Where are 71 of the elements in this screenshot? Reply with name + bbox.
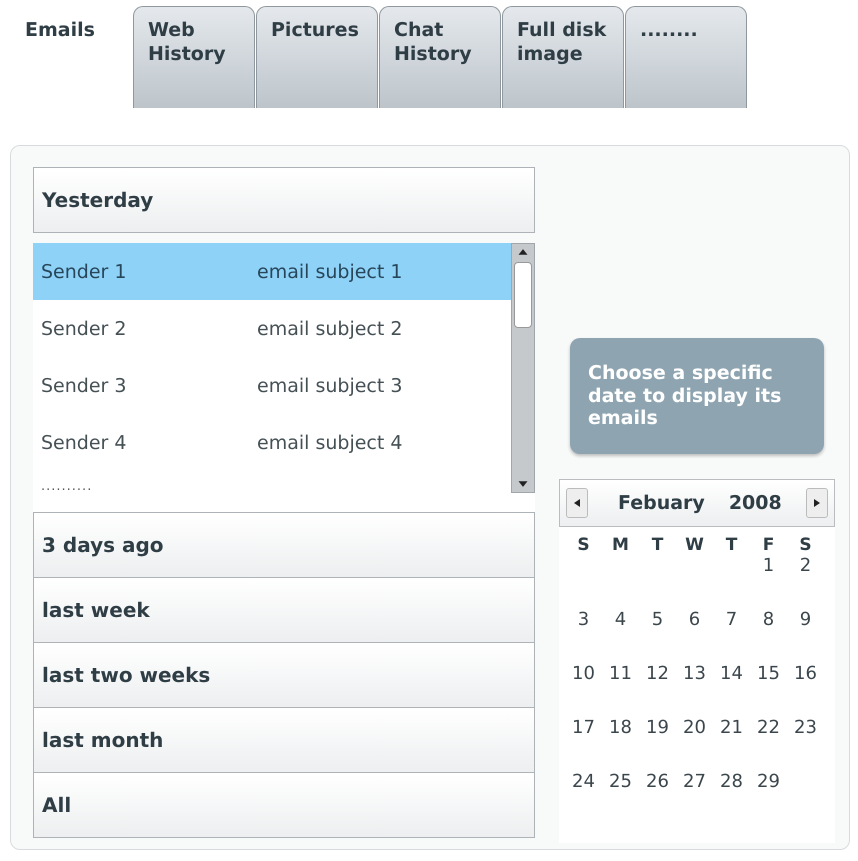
calendar-day[interactable]: 16: [787, 663, 824, 684]
sender-text: Sender 2: [41, 318, 128, 340]
subject-text: email subject 2: [257, 318, 402, 340]
group-header[interactable]: 3 days ago: [33, 512, 535, 578]
scroll-thumb[interactable]: [514, 262, 532, 328]
calendar-day[interactable]: 1: [750, 555, 787, 576]
right-triangle-icon: [813, 498, 821, 508]
calendar-day[interactable]: 12: [639, 663, 676, 684]
calendar-day[interactable]: 22: [750, 717, 787, 738]
sender-text: Sender 3: [41, 374, 128, 396]
calendar-day[interactable]: 4: [602, 609, 639, 630]
calendar-day[interactable]: 14: [713, 663, 750, 684]
subject-text: email subject 3: [257, 374, 402, 396]
email-row[interactable]: Sender 4 email subject 4: [33, 414, 511, 471]
scrollbar[interactable]: [511, 243, 535, 493]
group-header[interactable]: last two weeks: [33, 642, 535, 708]
subject-text: email subject 4: [257, 432, 402, 454]
month-text: Febuary: [618, 492, 705, 514]
weekday-label: S: [798, 535, 813, 555]
email-row[interactable]: Sender 3 email subject 3: [33, 357, 511, 414]
sender-text: Sender 4: [41, 432, 128, 454]
calendar-day[interactable]: 19: [639, 717, 676, 738]
calendar-day[interactable]: 23: [787, 717, 824, 738]
tab[interactable]: Web History: [133, 6, 255, 108]
previous-month-button[interactable]: [566, 488, 588, 518]
weekday-label: F: [762, 535, 776, 555]
calendar-day[interactable]: 26: [639, 771, 676, 792]
weekday-label: W: [684, 535, 705, 555]
weekday-label: T: [724, 535, 738, 555]
calendar-day[interactable]: 9: [787, 609, 824, 630]
calendar-day[interactable]: 17: [565, 717, 602, 738]
group-header[interactable]: last week: [33, 577, 535, 643]
calendar-day[interactable]: 24: [565, 771, 602, 792]
weekday-label: S: [576, 535, 591, 555]
subject-text: email subject 1: [257, 260, 402, 282]
weekday-label: T: [650, 535, 664, 555]
tab[interactable]: Chat History: [379, 6, 501, 108]
calendar-day[interactable]: 10: [565, 663, 602, 684]
calendar-day[interactable]: 15: [750, 663, 787, 684]
tab[interactable]: Emails: [10, 6, 132, 108]
calendar-day[interactable]: 25: [602, 771, 639, 792]
tab[interactable]: Full disk image: [502, 6, 624, 108]
calendar-day[interactable]: 21: [713, 717, 750, 738]
calendar-day[interactable]: 18: [602, 717, 639, 738]
calendar-day[interactable]: 13: [676, 663, 713, 684]
group-header[interactable]: Yesterday: [33, 167, 535, 233]
group-header[interactable]: last month: [33, 707, 535, 773]
calendar-day[interactable]: 27: [676, 771, 713, 792]
left-triangle-icon: [573, 498, 581, 508]
calendar-day[interactable]: 8: [750, 609, 787, 630]
email-row[interactable]: Sender 2 email subject 2: [33, 300, 511, 357]
calendar-day[interactable]: 28: [713, 771, 750, 792]
calendar-day[interactable]: 5: [639, 609, 676, 630]
calendar-day[interactable]: 3: [565, 609, 602, 630]
more-text: ..........: [40, 479, 94, 494]
next-month-button[interactable]: [806, 488, 828, 518]
year-text: 2008: [728, 492, 782, 514]
email-row[interactable]: Sender 1 email subject 1: [33, 243, 511, 300]
group-header[interactable]: All: [33, 772, 535, 838]
calendar-day[interactable]: 6: [676, 609, 713, 630]
weekday-label: M: [611, 535, 630, 555]
calendar-day[interactable]: 29: [750, 771, 787, 792]
tab[interactable]: Pictures: [256, 6, 378, 108]
calendar-day[interactable]: 7: [713, 609, 750, 630]
calendar-day[interactable]: 2: [787, 555, 824, 576]
scroll-up-icon[interactable]: [517, 248, 529, 257]
sender-text: Sender 1: [41, 260, 128, 282]
calendar-day[interactable]: 20: [676, 717, 713, 738]
tab[interactable]: ........: [625, 6, 747, 108]
calendar-day[interactable]: 11: [602, 663, 639, 684]
scroll-down-icon[interactable]: [517, 479, 529, 488]
